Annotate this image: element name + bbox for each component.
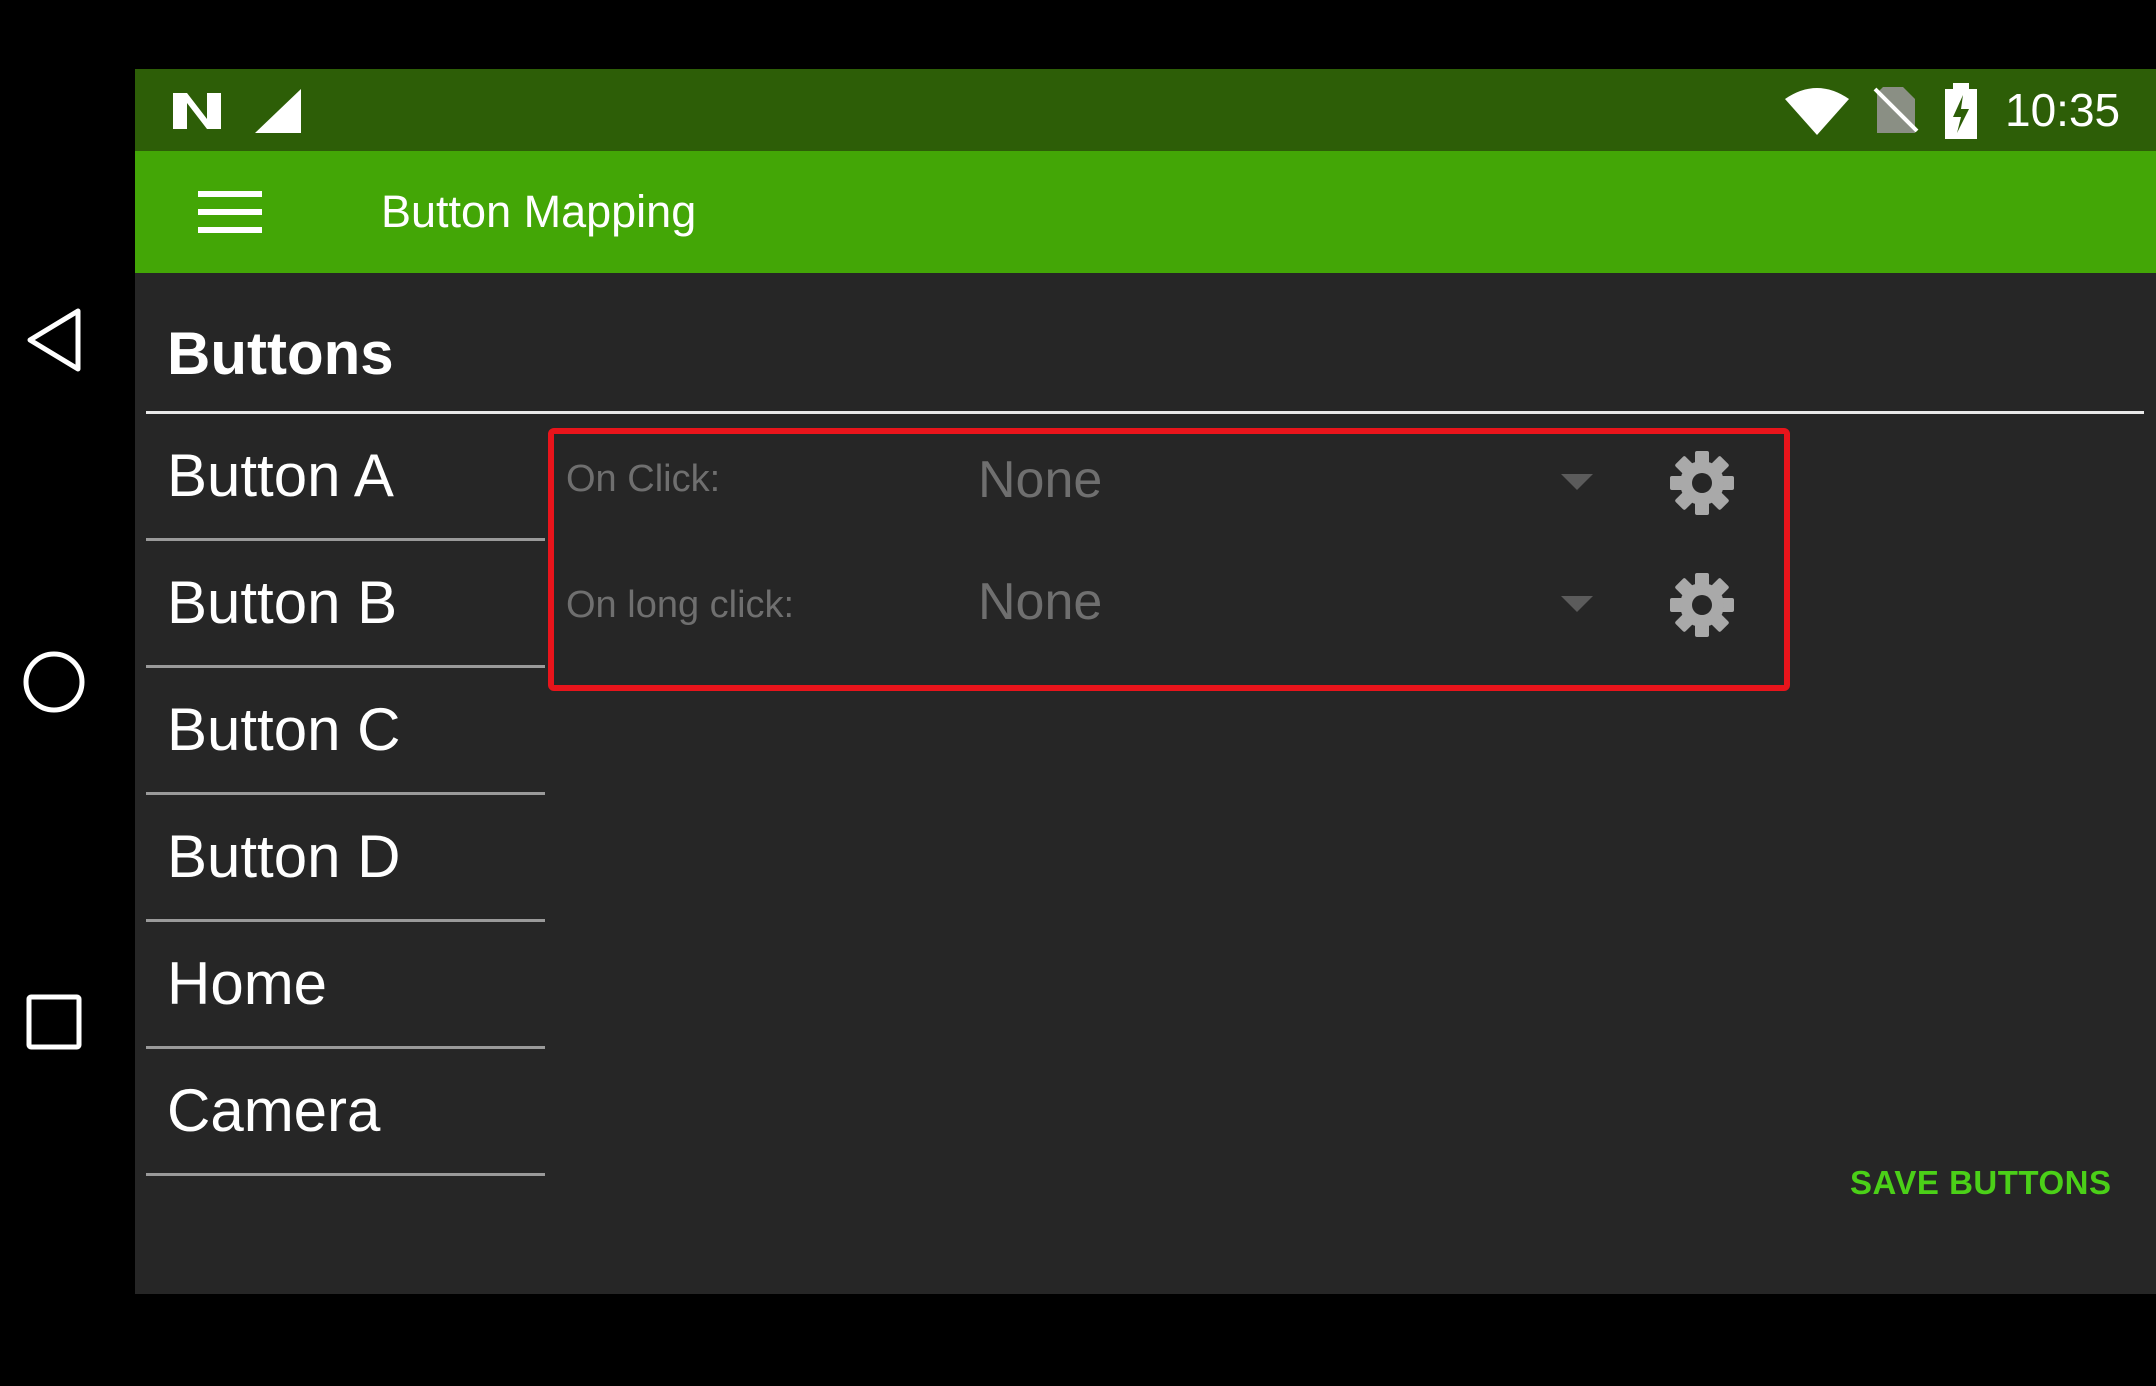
- recents-icon[interactable]: [14, 982, 94, 1062]
- home-icon[interactable]: [14, 642, 94, 722]
- app-screen: 10:35 Button Mapping Buttons Button A Bu…: [135, 69, 2156, 1294]
- list-item-button-c[interactable]: Button C: [146, 668, 545, 795]
- list-item-label: Camera: [167, 1077, 381, 1144]
- buttons-list: Button A Button B Button C Button D Home…: [146, 414, 545, 1176]
- list-item-button-a[interactable]: Button A: [146, 414, 545, 541]
- no-sim-icon: [1873, 85, 1919, 140]
- list-item-camera[interactable]: Camera: [146, 1049, 545, 1176]
- battery-charging-icon: [1943, 83, 1979, 144]
- on-click-dropdown[interactable]: None: [978, 450, 1102, 510]
- list-item-label: Button D: [167, 823, 401, 890]
- on-long-click-dropdown[interactable]: None: [978, 572, 1102, 632]
- hamburger-menu-icon[interactable]: [193, 175, 267, 249]
- chevron-down-icon[interactable]: [1561, 596, 1593, 612]
- list-item-label: Button C: [167, 696, 401, 763]
- on-click-label: On Click:: [566, 458, 721, 500]
- system-nav-bar: [0, 0, 135, 1386]
- wifi-icon: [1785, 87, 1849, 140]
- list-item-label: Button A: [167, 442, 394, 509]
- section-title: Buttons: [167, 320, 394, 387]
- list-item-button-d[interactable]: Button D: [146, 795, 545, 922]
- status-bar: 10:35: [135, 69, 2156, 151]
- on-long-click-label: On long click:: [566, 584, 795, 626]
- gear-icon[interactable]: [1667, 570, 1737, 640]
- gear-icon[interactable]: [1667, 448, 1737, 518]
- list-item-label: Button B: [167, 569, 398, 636]
- cell-signal-icon: [253, 89, 303, 138]
- list-item-label: Home: [167, 950, 328, 1017]
- list-item-button-b[interactable]: Button B: [146, 541, 545, 668]
- save-buttons-button[interactable]: SAVE BUTTONS: [1850, 1164, 2111, 1202]
- chevron-down-icon[interactable]: [1561, 474, 1593, 490]
- back-icon[interactable]: [14, 300, 94, 380]
- app-toolbar: Button Mapping: [135, 151, 2156, 273]
- clock: 10:35: [2005, 84, 2121, 136]
- action-mapping-panel: On Click: None On long click: None: [548, 428, 1790, 691]
- list-item-home[interactable]: Home: [146, 922, 545, 1049]
- n-logo-icon: [171, 89, 223, 138]
- page-title: Button Mapping: [381, 186, 697, 237]
